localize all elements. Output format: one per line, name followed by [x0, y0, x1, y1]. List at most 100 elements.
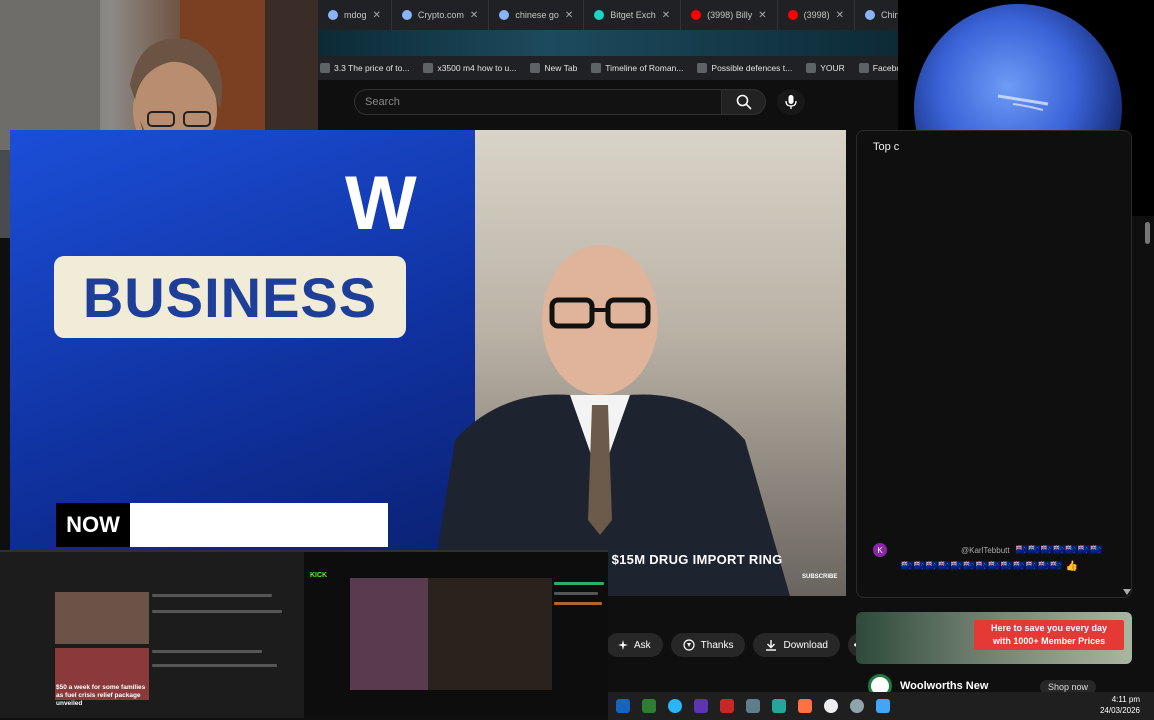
search-button[interactable] [722, 89, 766, 115]
browser-tab[interactable]: (3998) ✕ [778, 0, 855, 30]
thumbnail-text-line [152, 664, 277, 667]
chat-scroll-down-icon[interactable] [1123, 589, 1131, 595]
ad-banner-line2: with 1000+ Member Prices [992, 636, 1106, 646]
close-tab-icon[interactable]: ✕ [662, 10, 670, 21]
browser-tab[interactable]: chinese go ✕ [489, 0, 585, 30]
windows-taskbar [608, 692, 1154, 720]
taskbar-app-icon[interactable] [720, 699, 734, 713]
close-tab-icon[interactable]: ✕ [373, 10, 381, 21]
bookmark-item[interactable]: YOUR [806, 63, 845, 73]
thumbnail-video-1 [55, 592, 149, 644]
close-tab-icon[interactable]: ✕ [565, 10, 573, 21]
now-logo: NOW [56, 503, 130, 547]
ad-banner-image[interactable]: Here to save you every day with 1000+ Me… [856, 612, 1132, 664]
browser-tab[interactable]: Chinese x5✕ [855, 0, 898, 30]
bookmark-item[interactable]: New Tab [530, 63, 577, 73]
thumbnail-streamer [350, 578, 428, 690]
youtube-icon [787, 10, 798, 20]
news-presenter-image [430, 245, 790, 596]
browser-tab[interactable]: Bitget Exch ✕ [584, 0, 682, 30]
thumbnail-text-line [152, 594, 272, 597]
browser-tab-label: (3998) [803, 10, 830, 20]
close-tab-icon[interactable]: ✕ [836, 10, 844, 21]
taskbar-app-icon[interactable] [616, 699, 630, 713]
taskbar-app-icon[interactable] [642, 699, 656, 713]
video-player[interactable]: W BUSINESS NOW R $15M DRUG IMPORT RING S… [10, 130, 846, 596]
bookmark-favicon [858, 63, 869, 73]
download-label: Download [783, 639, 828, 651]
bookmark-label: Possible defences t... [711, 63, 793, 73]
browser-tab-strip: mdog ✕ Crypto.com ✕ chinese go ✕ Bitget Exch ✕(… [318, 0, 898, 30]
download-icon [766, 640, 777, 651]
thumbnail-kick-preview: KICK [304, 552, 608, 718]
thumbnail-text-line [152, 650, 262, 653]
taskbar-app-icon[interactable] [772, 699, 786, 713]
browser-tab[interactable]: Crypto.com ✕ [392, 0, 490, 30]
thanks-icon [683, 639, 695, 651]
advertiser-name: Woolworths New [900, 680, 989, 692]
taskbar-app-icon[interactable] [798, 699, 812, 713]
google-icon [865, 10, 875, 20]
settings-icon[interactable] [850, 699, 864, 713]
voice-search-button[interactable] [777, 89, 805, 115]
thumbnail-chat-line [554, 582, 604, 585]
ask-button[interactable]: Ask [606, 633, 663, 657]
tab-favicon [328, 10, 338, 20]
ask-label: Ask [634, 639, 651, 651]
video-headline: R $15M DRUG IMPORT RING [598, 552, 783, 567]
screen-preview-thumbnail: $50 a week for some families as fuel cri… [0, 550, 608, 718]
chat-message-text: @KarlTebbutt 🇳🇿🇳🇿🇳🇿🇳🇿🇳🇿🇳🇿🇳🇿🇳🇿🇳🇿🇳🇿🇳🇿🇳🇿🇳🇿🇳🇿… [901, 543, 1111, 575]
ad-banner-line1: Here to save you every day [990, 623, 1108, 633]
telegram-icon[interactable] [668, 699, 682, 713]
bookmark-favicon [697, 63, 708, 73]
bookmark-label: x3500 m4 how to u... [437, 63, 517, 73]
youtube-icon [691, 10, 702, 20]
browser-tab-label: Crypto.com [417, 10, 464, 20]
search-icon [736, 94, 752, 110]
download-button[interactable]: Download [753, 633, 840, 657]
bookmark-item[interactable]: Possible defences t... [697, 63, 792, 73]
bitget-icon [594, 10, 605, 20]
bookmark-item[interactable]: Facebook green [858, 63, 898, 73]
browser-toolbar-band [318, 30, 898, 56]
thumbnail-stream-scene [428, 578, 552, 690]
close-tab-icon[interactable]: ✕ [758, 10, 766, 21]
taskbar-clock[interactable]: 4:11 pm 24/03/2026 [1100, 694, 1140, 716]
bookmark-favicon [320, 63, 330, 73]
thanks-button[interactable]: Thanks [670, 633, 746, 657]
kick-logo: KICK [310, 572, 328, 579]
bookmark-favicon [806, 63, 817, 73]
bookmark-label: YOUR [820, 63, 845, 73]
thumbnail-chat-line [554, 602, 602, 605]
tab-favicon [401, 10, 412, 20]
gamepad-icon[interactable] [746, 699, 760, 713]
chat-title[interactable]: Top c [873, 141, 899, 153]
clock-date: 24/03/2026 [1099, 706, 1140, 715]
taskbar-app-icon[interactable] [694, 699, 708, 713]
bookmark-favicon [591, 63, 602, 73]
chat-username: @KarlTebbutt [961, 546, 1010, 555]
google-icon [499, 10, 510, 20]
close-tab-icon[interactable]: ✕ [470, 10, 478, 21]
taskbar-app-icon[interactable] [876, 699, 890, 713]
chat-avatar: K [873, 543, 887, 557]
thumbnail-chat-line [554, 592, 598, 595]
thanks-label: Thanks [700, 639, 734, 651]
bookmark-item[interactable]: 3.3 The price of to... [320, 63, 409, 73]
browser-tab[interactable]: mdog ✕ [318, 0, 392, 30]
bookmark-item[interactable]: x3500 m4 how to u... [423, 63, 516, 73]
search-input[interactable]: Search [354, 89, 722, 115]
bookmark-item[interactable]: Timeline of Roman... [591, 63, 683, 73]
microphone-icon [785, 95, 797, 109]
chatgpt-icon[interactable] [824, 699, 838, 713]
thumbnail-caption: $50 a week for some families as fuel cri… [56, 684, 146, 707]
page-scrollbar-thumb[interactable] [1145, 222, 1150, 244]
thumbnail-youtube-preview: $50 a week for some families as fuel cri… [0, 552, 304, 718]
bookmark-label: 3.3 The price of to... [334, 63, 410, 73]
browser-tab[interactable]: (3998) Billy ✕ [681, 0, 778, 30]
subscribe-watermark[interactable]: SUBSCRIBE [802, 574, 837, 580]
bookmarks-bar: 3.3 The price of to... x3500 m4 how to u.… [318, 56, 898, 80]
video-actions: Ask Thanks Download ••• [606, 633, 872, 657]
bookmark-label: New Tab [544, 63, 578, 73]
browser-tab-label: chinese go [515, 10, 559, 20]
